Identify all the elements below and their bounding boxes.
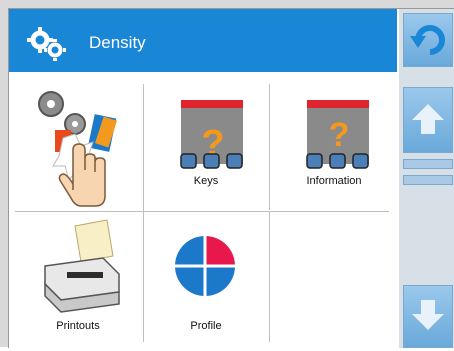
settings-gears-with-hand-icon	[38, 91, 117, 207]
tile-label: Keys	[193, 175, 219, 187]
tile-label: Profile	[190, 320, 222, 332]
scroll-down-button[interactable]	[403, 285, 453, 348]
tile-empty	[271, 212, 397, 342]
information-help-icon: ?	[306, 100, 369, 169]
tile-label: Information	[306, 175, 362, 187]
menu-grid: ? Keys ? Information Printouts Profile	[9, 72, 397, 348]
header-bar: Density	[9, 9, 397, 72]
tile-information[interactable]: ? Information	[271, 80, 397, 210]
svg-text:?: ?	[329, 116, 350, 154]
arrow-up-icon	[412, 104, 444, 134]
scrollbar-thumb[interactable]	[403, 175, 453, 185]
scroll-up-button[interactable]	[403, 87, 453, 153]
tile-printouts[interactable]: Printouts	[15, 212, 141, 342]
page-title: Density	[89, 33, 146, 52]
scrollbar-track[interactable]	[403, 159, 453, 169]
tile-keys[interactable]: ? Keys	[143, 80, 269, 210]
screen: Density ? Keys ? Information Printouts P…	[8, 8, 454, 348]
tile-label: Printouts	[56, 320, 100, 332]
side-panel	[399, 9, 454, 348]
tile-profile[interactable]: Profile	[143, 212, 269, 342]
back-button[interactable]	[403, 13, 453, 67]
arrow-down-icon	[412, 300, 444, 330]
keys-help-icon: ?	[180, 100, 243, 169]
undo-icon	[410, 25, 445, 55]
grid-divider	[269, 84, 270, 210]
tile-settings[interactable]	[15, 80, 141, 210]
gears-icon	[27, 27, 66, 61]
grid-divider	[269, 212, 270, 342]
